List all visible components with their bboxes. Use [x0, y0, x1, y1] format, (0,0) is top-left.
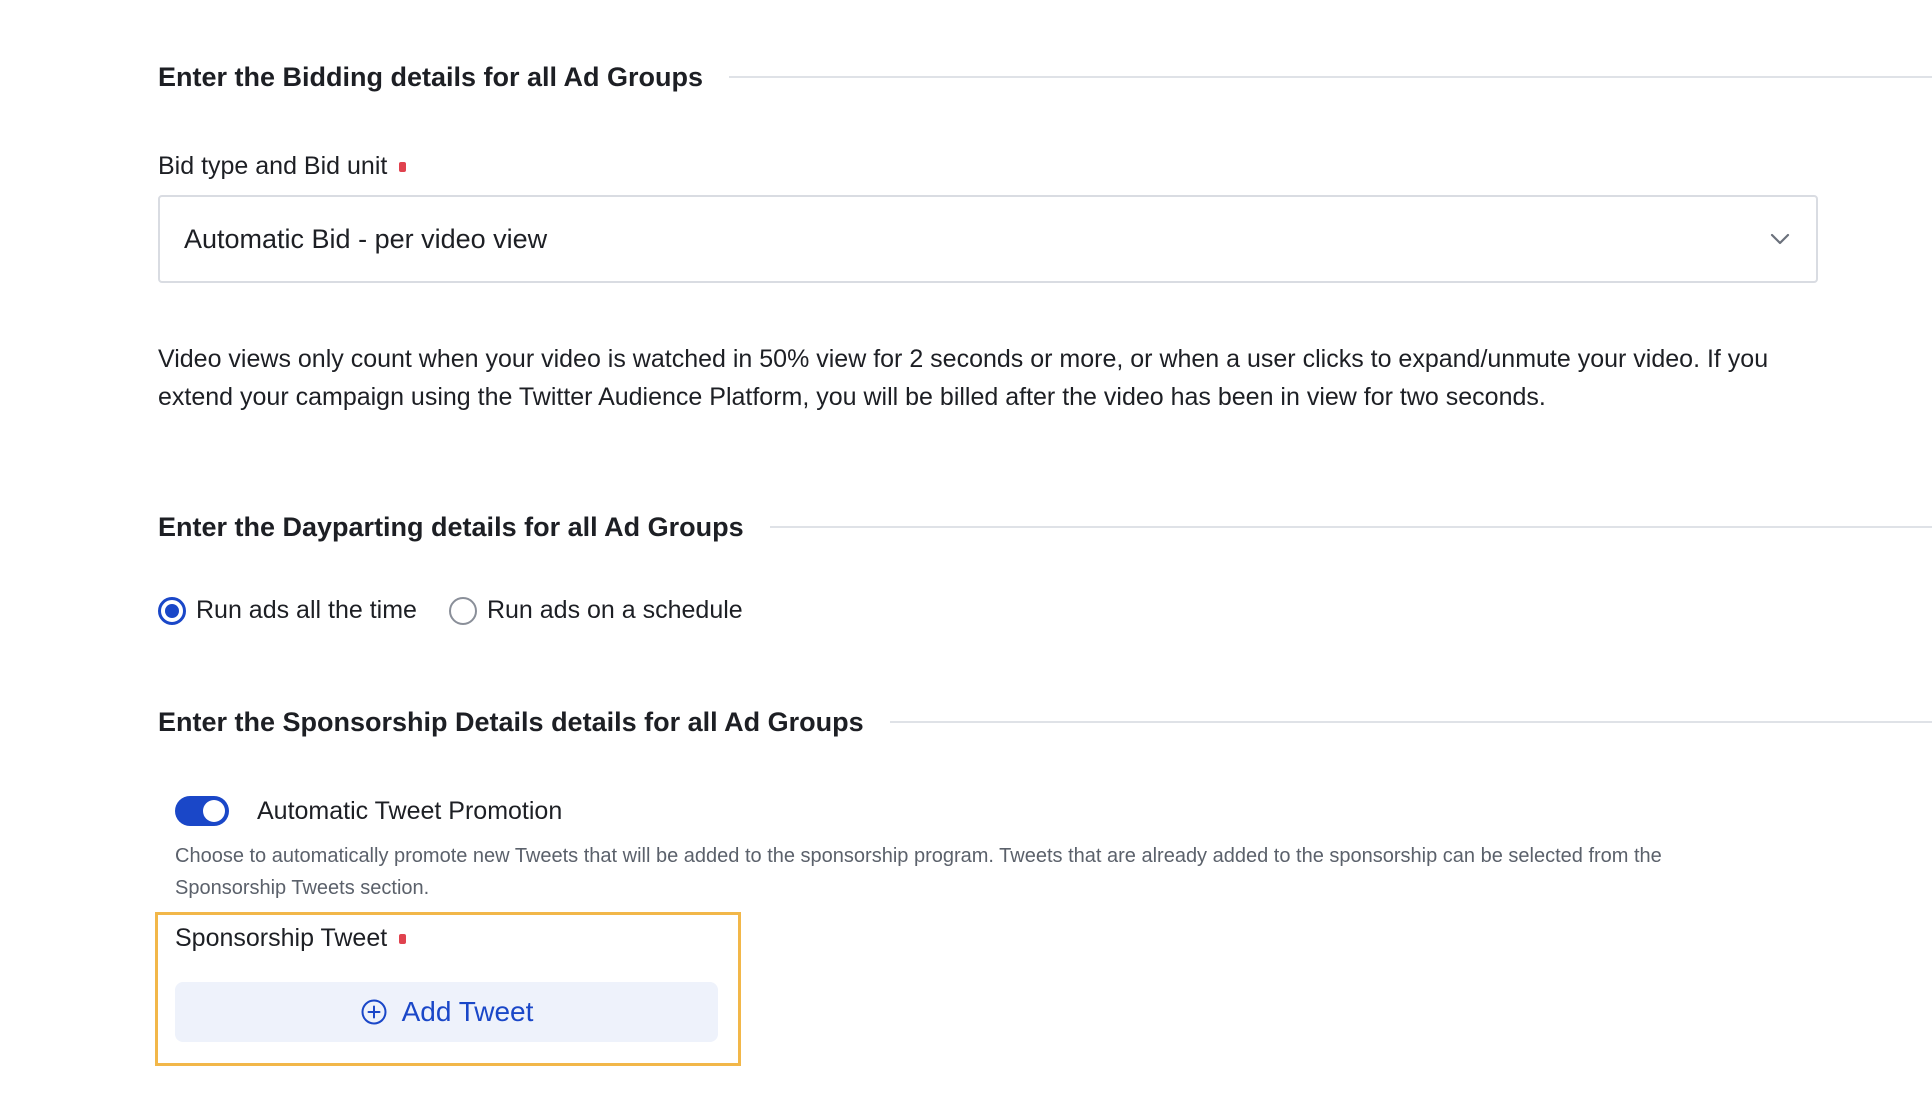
auto-tweet-promotion-row: Automatic Tweet Promotion [175, 796, 562, 826]
radio-label: Run ads all the time [196, 596, 417, 624]
section-divider [769, 526, 1932, 528]
radio-run-all-time[interactable]: Run ads all the time [158, 596, 417, 625]
sponsorship-tweet-label: Sponsorship Tweet [175, 924, 407, 953]
radio-unselected-icon[interactable] [448, 596, 477, 625]
sponsorship-section-header: Enter the Sponsorship Details details fo… [158, 702, 1932, 742]
bid-type-label-text: Bid type and Bid unit [158, 152, 388, 180]
toggle-knob [203, 800, 225, 822]
add-tweet-label: Add Tweet [401, 996, 534, 1027]
radio-run-on-schedule[interactable]: Run ads on a schedule [448, 596, 743, 625]
section-divider [729, 76, 1932, 78]
dayparting-section-title: Enter the Dayparting details for all Ad … [158, 511, 744, 542]
required-indicator [399, 933, 407, 944]
sponsorship-section-title: Enter the Sponsorship Details details fo… [158, 706, 864, 737]
radio-label: Run ads on a schedule [486, 596, 743, 624]
required-indicator [399, 161, 407, 172]
dayparting-radio-group: Run ads all the time Run ads on a schedu… [158, 596, 775, 625]
dayparting-section-header: Enter the Dayparting details for all Ad … [158, 507, 1932, 547]
ad-group-settings-page: Enter the Bidding details for all Ad Gro… [0, 0, 1932, 1108]
bid-type-label: Bid type and Bid unit [158, 152, 407, 181]
add-tweet-button[interactable]: Add Tweet [175, 982, 718, 1042]
auto-tweet-promotion-toggle[interactable] [175, 796, 229, 826]
bidding-section-title: Enter the Bidding details for all Ad Gro… [158, 61, 704, 92]
radio-selected-icon[interactable] [158, 596, 186, 625]
bid-type-select[interactable]: Automatic Bid - per video view [158, 195, 1818, 283]
bid-type-selected-value: Automatic Bid - per video view [184, 223, 548, 254]
plus-circle-icon [360, 998, 388, 1026]
bidding-section-header: Enter the Bidding details for all Ad Gro… [158, 57, 1932, 97]
sponsorship-tweet-label-text: Sponsorship Tweet [175, 924, 388, 952]
toggle-label: Automatic Tweet Promotion [257, 796, 563, 825]
auto-tweet-promotion-description: Choose to automatically promote new Twee… [175, 845, 1662, 899]
section-divider [889, 721, 1932, 723]
chevron-down-icon[interactable] [1768, 227, 1792, 251]
video-view-help-text: Video views only count when your video i… [158, 345, 1769, 411]
